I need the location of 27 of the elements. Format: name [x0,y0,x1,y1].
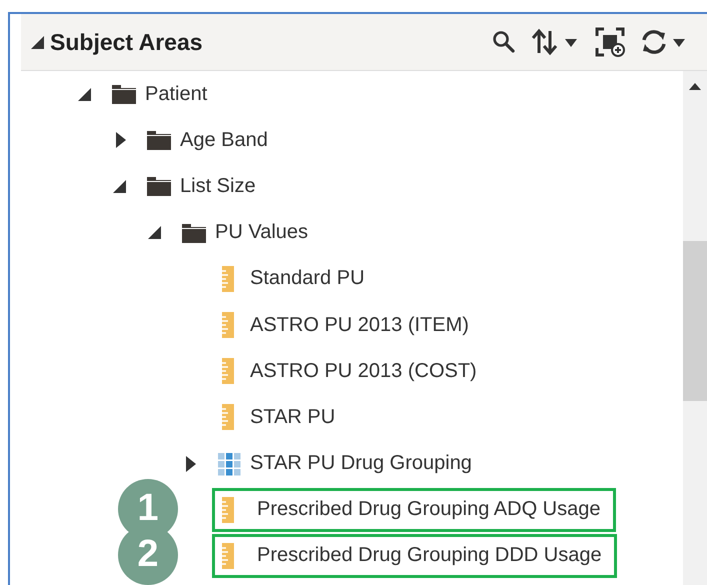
tree-item-label[interactable]: STAR PU [250,406,336,429]
expanded-triangle-icon[interactable] [148,226,161,240]
add-selection-icon[interactable] [595,27,625,57]
tree-item-label[interactable]: Age Band [180,128,268,152]
folder-icon [181,222,207,244]
tree-item-label[interactable]: ASTRO PU 2013 (COST) [250,360,477,383]
expanded-triangle-icon[interactable] [78,88,91,101]
expanded-triangle-icon[interactable] [113,180,126,193]
folder-icon [146,129,172,152]
folder-icon [111,83,137,106]
grid-icon [216,450,242,477]
tree-item-label[interactable]: Prescribed Drug Grouping ADQ Usage [257,498,600,522]
search-icon[interactable] [491,29,517,55]
scroll-up-icon[interactable] [689,83,701,90]
tree-item-label[interactable]: STAR PU Drug Grouping [250,452,472,476]
tree-item-label[interactable]: ASTRO PU 2013 (ITEM) [250,314,469,337]
tree-item-label[interactable]: Prescribed Drug Grouping DDD Usage [257,544,602,568]
panel-title: Subject Areas [50,28,203,56]
folder-icon [146,175,172,198]
tree-item-label[interactable]: Standard PU [250,267,365,290]
collapse-triangle-icon[interactable] [31,36,44,48]
collapsed-triangle-icon[interactable] [186,456,196,472]
collapsed-triangle-icon[interactable] [116,132,126,148]
tree-item-label[interactable]: Patient [145,82,208,106]
scrollbar-thumb[interactable] [683,241,707,401]
tree-item-label[interactable]: List Size [180,174,256,198]
tree-item-label[interactable]: PU Values [215,221,308,244]
